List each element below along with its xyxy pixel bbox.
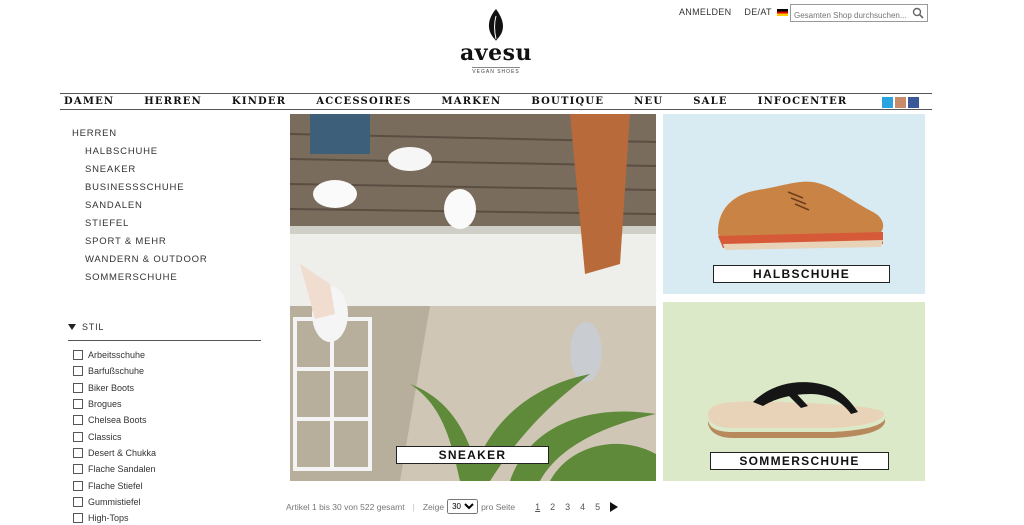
- filter-option[interactable]: Gummistiefel: [73, 494, 156, 510]
- leaf-icon: [488, 9, 504, 41]
- filter-label: Brogues: [88, 399, 122, 410]
- nav-item-herren[interactable]: HERREN: [144, 96, 202, 107]
- sneaker-photo: [290, 114, 656, 481]
- filter-option[interactable]: Arbeitsschuhe: [73, 347, 156, 363]
- social-links: [882, 97, 919, 108]
- collapse-triangle-icon: [68, 324, 76, 330]
- search-icon[interactable]: [912, 7, 924, 19]
- checkbox[interactable]: [73, 366, 83, 377]
- top-links: ANMELDEN DE/AT: [679, 7, 788, 17]
- halbschuhe-category-tile[interactable]: HALBSCHUHE: [663, 114, 925, 294]
- subcategory-sommerschuhe[interactable]: SOMMERSCHUHE: [72, 272, 208, 290]
- language-label: DE/AT: [744, 7, 772, 17]
- filter-label: Flache Stiefel: [88, 480, 143, 491]
- checkbox[interactable]: [73, 480, 83, 491]
- sneaker-label: SNEAKER: [396, 446, 549, 464]
- brand-logo[interactable]: avesu VEGAN SHOES: [456, 8, 536, 75]
- sommerschuhe-label: SOMMERSCHUHE: [710, 452, 889, 470]
- filter-option[interactable]: Classics: [73, 428, 156, 444]
- nav-item-boutique[interactable]: BOUTIQUE: [531, 96, 604, 107]
- sommerschuhe-category-tile[interactable]: SOMMERSCHUHE: [663, 302, 925, 481]
- search-box: [790, 4, 928, 24]
- checkbox[interactable]: [73, 513, 83, 524]
- filter-option[interactable]: High-Tops: [73, 510, 156, 525]
- german-flag-icon: [776, 8, 788, 16]
- nav-item-sale[interactable]: SALE: [693, 96, 727, 107]
- page-link-2[interactable]: 2: [550, 502, 555, 512]
- page-link-5[interactable]: 5: [595, 502, 600, 512]
- filter-label: Gummistiefel: [88, 496, 141, 507]
- filter-option[interactable]: Biker Boots: [73, 380, 156, 396]
- halbschuhe-label: HALBSCHUHE: [713, 265, 890, 283]
- checkbox[interactable]: [73, 431, 83, 442]
- filter-option[interactable]: Chelsea Boots: [73, 412, 156, 428]
- nav-item-accessoires[interactable]: ACCESSOIRES: [316, 96, 411, 107]
- checkbox[interactable]: [73, 415, 83, 426]
- filter-label: Biker Boots: [88, 382, 135, 393]
- nav-item-damen[interactable]: DAMEN: [64, 96, 114, 107]
- page-link-3[interactable]: 3: [565, 502, 570, 512]
- nav-item-marken[interactable]: MARKEN: [442, 96, 502, 107]
- filter-label: Barfußschuhe: [88, 366, 145, 377]
- filter-option[interactable]: Desert & Chukka: [73, 445, 156, 461]
- filter-option[interactable]: Flache Sandalen: [73, 461, 156, 477]
- instagram-icon[interactable]: [895, 97, 906, 108]
- per-page-select[interactable]: 30: [447, 499, 479, 514]
- filter-label: Classics: [88, 431, 122, 442]
- filter-list: Arbeitsschuhe Barfußschuhe Biker Boots B…: [73, 347, 156, 525]
- nav-item-infocenter[interactable]: INFOCENTER: [758, 96, 848, 107]
- filter-title: STIL: [82, 322, 105, 332]
- checkbox[interactable]: [73, 496, 83, 507]
- checkbox[interactable]: [73, 382, 83, 393]
- page-link-1[interactable]: 1: [535, 502, 540, 512]
- filter-label: High-Tops: [88, 513, 129, 524]
- twitter-icon[interactable]: [882, 97, 893, 108]
- per-page-suffix: pro Seite: [481, 501, 516, 512]
- filter-label: Arbeitsschuhe: [88, 350, 146, 361]
- filter-label: Chelsea Boots: [88, 415, 147, 426]
- subcategory-businessschuhe[interactable]: BUSINESSSCHUHE: [72, 182, 208, 200]
- filter-option[interactable]: Brogues: [73, 396, 156, 412]
- brand-name: avesu: [460, 40, 532, 66]
- subcategory-sandalen[interactable]: SANDALEN: [72, 200, 208, 218]
- category-tree: HERREN HALBSCHUHE SNEAKER BUSINESSSCHUHE…: [72, 128, 208, 290]
- show-label: Zeige: [422, 501, 445, 512]
- brand-tagline: VEGAN SHOES: [472, 67, 520, 75]
- subcategory-stiefel[interactable]: STIEFEL: [72, 218, 208, 236]
- search-input[interactable]: [791, 7, 909, 24]
- language-selector[interactable]: DE/AT: [744, 7, 788, 17]
- subcategory-sport[interactable]: SPORT & MEHR: [72, 236, 208, 254]
- category-herren[interactable]: HERREN: [72, 128, 208, 146]
- divider: |: [412, 501, 415, 512]
- checkbox[interactable]: [73, 399, 83, 410]
- filter-option[interactable]: Flache Stiefel: [73, 477, 156, 493]
- checkbox[interactable]: [73, 447, 83, 458]
- sneaker-category-tile[interactable]: SNEAKER: [290, 114, 656, 481]
- filter-label: Desert & Chukka: [88, 447, 157, 458]
- checkbox[interactable]: [73, 350, 83, 361]
- filter-option[interactable]: Barfußschuhe: [73, 363, 156, 379]
- filter-stil-header[interactable]: STIL: [68, 322, 261, 341]
- main-navigation: DAMEN HERREN KINDER ACCESSOIRES MARKEN B…: [60, 93, 932, 110]
- filter-label: Flache Sandalen: [88, 464, 156, 475]
- facebook-icon[interactable]: [908, 97, 919, 108]
- subcategory-sneaker[interactable]: SNEAKER: [72, 164, 208, 182]
- pagination-bar: Artikel 1 bis 30 von 522 gesamt | Zeige …: [286, 499, 628, 514]
- page-links: 1 2 3 4 5: [535, 501, 628, 512]
- subcategory-halbschuhe[interactable]: HALBSCHUHE: [72, 146, 208, 164]
- item-count: Artikel 1 bis 30 von 522 gesamt: [286, 501, 405, 512]
- login-link[interactable]: ANMELDEN: [679, 7, 731, 17]
- subcategory-wandern-outdoor[interactable]: WANDERN & OUTDOOR: [72, 254, 208, 272]
- next-page-arrow-icon[interactable]: [610, 501, 619, 512]
- nav-item-kinder[interactable]: KINDER: [232, 96, 286, 107]
- nav-item-neu[interactable]: NEU: [634, 96, 663, 107]
- checkbox[interactable]: [73, 464, 83, 475]
- page-link-4[interactable]: 4: [580, 502, 585, 512]
